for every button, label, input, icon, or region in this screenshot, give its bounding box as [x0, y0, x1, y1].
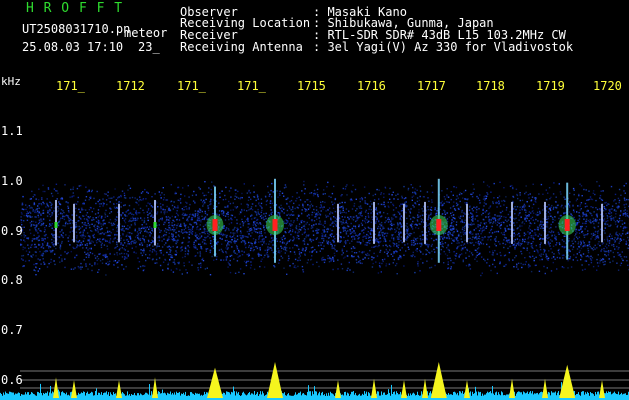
meteor-echo — [403, 203, 405, 243]
meteor-echo — [544, 201, 546, 244]
meteor-echo — [373, 201, 375, 244]
time-tick-label: 171_ — [177, 79, 206, 93]
meteor-echo — [118, 203, 120, 243]
meteor-echo — [601, 203, 603, 243]
time-tick-label: 1718 — [476, 79, 505, 93]
app-title: H R O F F T — [26, 1, 124, 16]
time-tick-label: 1715 — [297, 79, 326, 93]
antenna-label: Receiving Antenna — [180, 40, 303, 54]
meteor-echo — [206, 186, 224, 257]
count-label: 23_ — [138, 40, 160, 54]
time-tick-label: 1719 — [536, 79, 565, 93]
antenna-value: : 3el Yagi(V) Az 330 for Vladivostok — [313, 40, 574, 54]
spectrogram-plot — [0, 178, 629, 400]
time-tick-label: 171_ — [56, 79, 85, 93]
meteor-echo — [73, 203, 75, 243]
noise-field — [20, 180, 629, 277]
freq-tick-label: 0.6 — [1, 373, 23, 387]
freq-tick-label: 1.1 — [1, 124, 23, 138]
time-tick-label: 1720 — [593, 79, 622, 93]
time-tick-label: 1716 — [357, 79, 386, 93]
meteor-echo — [511, 201, 513, 244]
freq-tick-label: 0.9 — [1, 224, 23, 238]
meteor-echo — [429, 178, 448, 263]
signal-strength-trace — [0, 362, 629, 400]
filename-label: UT2508031710.pn — [22, 22, 131, 36]
date-time-label: 25.08.03 17:10 — [22, 40, 124, 54]
hrofft-window: H R O F F T UT2508031710.pn meteor 25.08… — [0, 0, 629, 400]
freq-tick-label: 0.7 — [1, 323, 23, 337]
freq-tick-label: 1.0 — [1, 174, 23, 188]
time-tick-label: 171_ — [237, 79, 266, 93]
time-tick-label: 1712 — [116, 79, 145, 93]
freq-tick-label: 0.8 — [1, 273, 23, 287]
meteor-echo — [337, 203, 339, 243]
meteor-echo — [466, 203, 468, 243]
time-tick-label: 1717 — [417, 79, 446, 93]
freq-unit-label: kHz — [1, 75, 21, 88]
mode-label: meteor — [124, 26, 168, 40]
meteor-echo — [424, 201, 426, 244]
meteor-echo — [266, 178, 284, 263]
